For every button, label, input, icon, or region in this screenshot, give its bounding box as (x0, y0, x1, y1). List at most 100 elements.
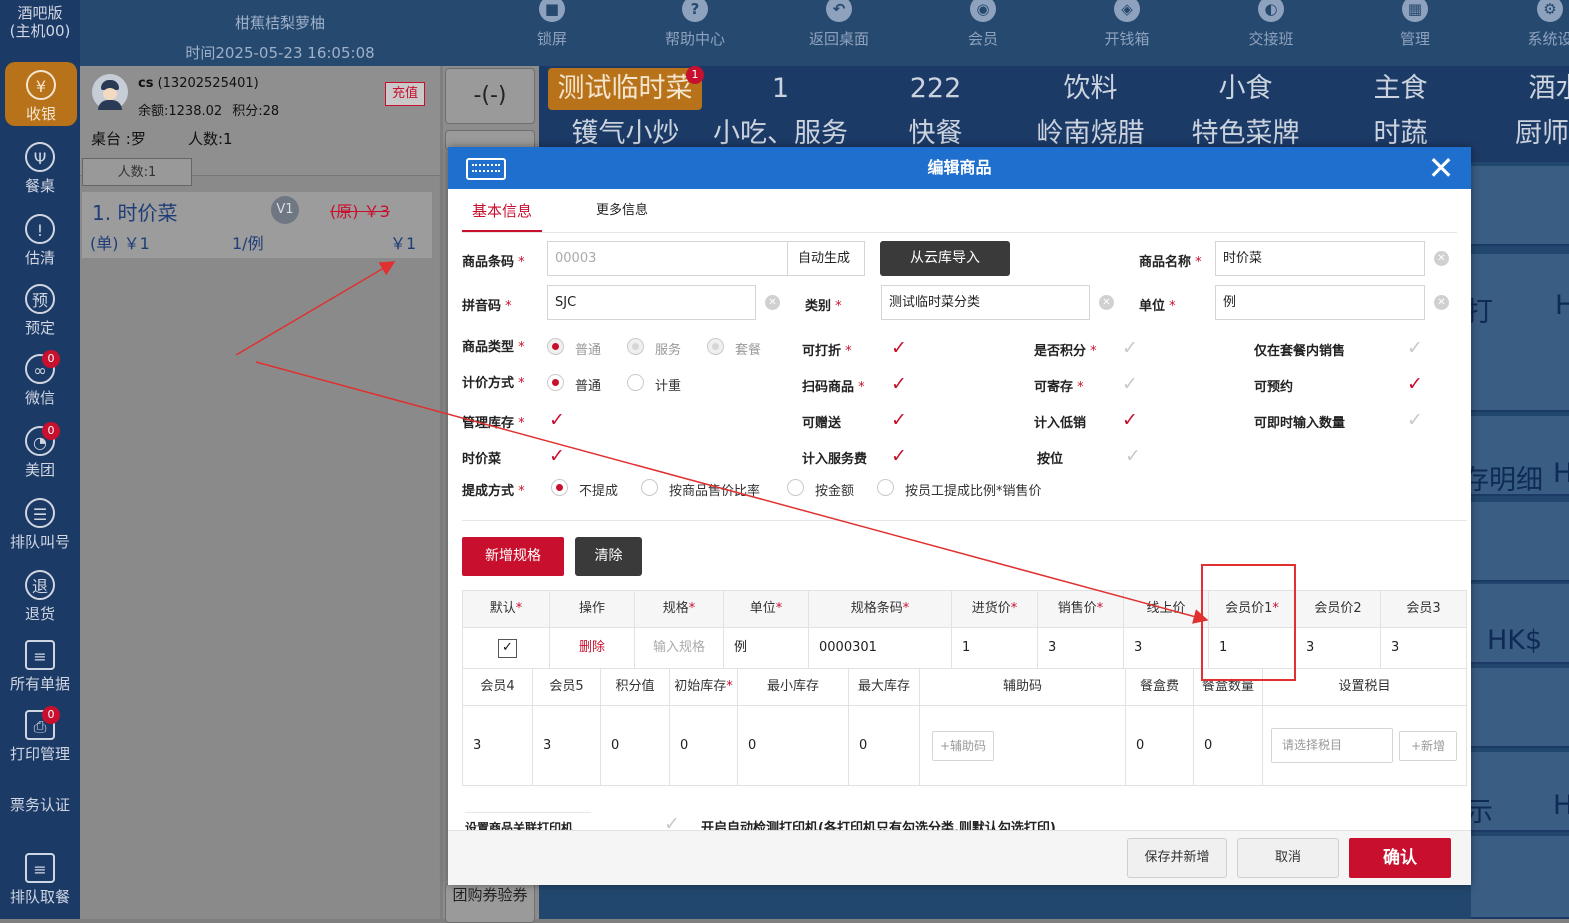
product-type-service-radio[interactable] (627, 338, 644, 355)
tax-select[interactable]: 请选择税目 (1271, 728, 1393, 763)
deposit-checkbox[interactable]: ✓ (1120, 374, 1140, 394)
close-icon[interactable]: ✕ (1426, 150, 1456, 186)
category-tab-3[interactable]: 饮料 (1013, 68, 1168, 110)
minus-key[interactable]: -(-) (445, 68, 535, 124)
table2-cell-1[interactable]: 3 (532, 705, 601, 786)
top-button-0[interactable]: ■ 锁屏 (497, 0, 607, 62)
product-type-normal-radio[interactable] (547, 338, 564, 355)
instant-qty-checkbox[interactable]: ✓ (1405, 410, 1425, 430)
table1-cell-6[interactable]: 3 (1037, 627, 1124, 669)
commission-staff-radio[interactable] (877, 479, 894, 496)
top-button-4[interactable]: ◈ 开钱箱 (1072, 0, 1182, 62)
unit-input[interactable]: 例 (1215, 285, 1425, 320)
table2-cell-8[interactable]: 0 (1193, 705, 1263, 786)
commission-ratio-radio[interactable] (641, 479, 658, 496)
pricing-weight-radio[interactable] (627, 374, 644, 391)
recharge-button[interactable]: 充值 (385, 82, 425, 106)
table2-cell-5[interactable]: 0 (848, 705, 920, 786)
service-fee-checkbox[interactable]: ✓ (889, 446, 909, 466)
gift-checkbox[interactable]: ✓ (889, 410, 909, 430)
points-checkbox[interactable]: ✓ (1120, 338, 1140, 358)
clear-spec-button[interactable]: 清除 (575, 537, 642, 576)
pinyin-input[interactable]: SJC (547, 285, 756, 320)
category-tab-4[interactable]: 小食 (1168, 68, 1323, 110)
product-name-input[interactable]: 时价菜 (1215, 241, 1425, 276)
sidebar-item-0[interactable]: ¥ 收银 (5, 62, 77, 126)
top-button-1[interactable]: ? 帮助中心 (640, 0, 750, 62)
people-button[interactable]: 人数:1 (82, 158, 192, 186)
default-checkbox[interactable]: ✓ (498, 639, 517, 658)
add-spec-button[interactable]: 新增规格 (462, 537, 564, 576)
package-only-checkbox[interactable]: ✓ (1405, 338, 1425, 358)
add-tax-button[interactable]: +新增 (1399, 731, 1457, 761)
commission-amount-radio[interactable] (787, 479, 804, 496)
delete-spec-link[interactable]: 删除 (549, 627, 635, 669)
tab-basic-info[interactable]: 基本信息 (462, 196, 542, 232)
reserve-checkbox[interactable]: ✓ (1405, 374, 1425, 394)
sidebar-item-9[interactable]: ⎙ 打印管理 0 (0, 702, 80, 770)
top-button-label: 会员 (967, 30, 998, 48)
save-and-new-button[interactable]: 保存并新增 (1127, 838, 1227, 878)
cancel-button[interactable]: 取消 (1237, 838, 1339, 878)
table2-cell-4[interactable]: 0 (737, 705, 849, 786)
low-sale-checkbox[interactable]: ✓ (1120, 410, 1140, 430)
sidebar-item-7[interactable]: 退退货 (0, 562, 80, 630)
product-tile[interactable] (1471, 502, 1569, 582)
sidebar-item-6[interactable]: ☰ 排队叫号 (0, 490, 80, 558)
scan-checkbox[interactable]: ✓ (889, 374, 909, 394)
product-type-combo-radio[interactable] (707, 338, 724, 355)
sidebar-item-4[interactable]: ∞ 微信 0 (0, 346, 80, 414)
table2-cell-7[interactable]: 0 (1125, 705, 1194, 786)
by-seat-checkbox[interactable]: ✓ (1123, 446, 1143, 466)
clear-unit-icon[interactable]: ✕ (1434, 295, 1449, 310)
top-button-5[interactable]: ◐ 交接班 (1216, 0, 1326, 62)
clear-name-icon[interactable]: ✕ (1434, 251, 1449, 266)
top-button-3[interactable]: ◉ 会员 (928, 0, 1038, 62)
sidebar-item-11[interactable]: ≡ 排队取餐 (0, 845, 80, 913)
commission-none-radio[interactable] (551, 479, 568, 496)
top-button-2[interactable]: ↶ 返回桌面 (784, 0, 894, 62)
category-tab-1[interactable]: 1 (703, 68, 858, 110)
sidebar-item-10[interactable]: 票务认证 (0, 780, 80, 848)
category-input[interactable]: 测试临时菜分类 (881, 285, 1090, 320)
table1-cell-2[interactable]: 输入规格 (634, 627, 724, 669)
add-aux-code-button[interactable]: +辅助码 (932, 731, 994, 761)
category-tab-2[interactable]: 222 (858, 68, 1013, 110)
product-tile[interactable] (1471, 836, 1569, 919)
table1-cell-9[interactable]: 3 (1295, 627, 1381, 669)
sidebar-item-5[interactable]: ◔ 美团 0 (0, 418, 80, 486)
clear-pinyin-icon[interactable]: ✕ (765, 295, 780, 310)
table1-cell-3[interactable]: 例 (723, 627, 809, 669)
pricing-normal-radio[interactable] (547, 374, 564, 391)
import-cloud-button[interactable]: 从云库导入 (880, 241, 1010, 276)
market-price-checkbox[interactable]: ✓ (547, 446, 567, 466)
group-coupon-button[interactable]: 团购券验券 (445, 883, 535, 923)
discount-checkbox[interactable]: ✓ (889, 338, 909, 358)
table2-cell-2[interactable]: 0 (600, 705, 670, 786)
top-button-6[interactable]: ▦ 管理 (1360, 0, 1470, 62)
sidebar-item-3[interactable]: 预预定 (0, 276, 80, 344)
stock-checkbox[interactable]: ✓ (547, 410, 567, 430)
table1-cell-4[interactable]: 0000301 (808, 627, 952, 669)
sidebar-item-1[interactable]: Ψ 餐桌 (0, 134, 80, 202)
tab-more-info[interactable]: 更多信息 (582, 196, 662, 232)
auto-generate-button[interactable]: 自动生成 (787, 241, 865, 276)
top-button-7[interactable]: ⚙ 系统设 (1495, 0, 1569, 62)
category-tab-5[interactable]: 主食 (1323, 68, 1478, 110)
table2-cell-3[interactable]: 0 (669, 705, 738, 786)
table1-cell-7[interactable]: 3 (1123, 627, 1209, 669)
product-tile[interactable] (1471, 166, 1569, 246)
category-tab-row2-6[interactable]: 厨师长 (1478, 112, 1569, 156)
product-tile[interactable] (1471, 668, 1569, 748)
sidebar-item-8[interactable]: ≡ 所有单据 (0, 632, 80, 700)
table2-cell-0[interactable]: 3 (462, 705, 533, 786)
barcode-input[interactable]: 00003 (547, 241, 788, 276)
table1-cell-5[interactable]: 1 (951, 627, 1038, 669)
table1-cell-10[interactable]: 3 (1380, 627, 1467, 669)
sidebar-item-2[interactable]: ! 估清 (0, 206, 80, 274)
clear-category-icon[interactable]: ✕ (1099, 295, 1114, 310)
confirm-button[interactable]: 确认 (1349, 838, 1451, 878)
product-tile[interactable] (1471, 332, 1569, 412)
category-tab-0[interactable]: 测试临时菜 (548, 68, 702, 110)
category-tab-6[interactable]: 酒水 (1478, 68, 1569, 110)
